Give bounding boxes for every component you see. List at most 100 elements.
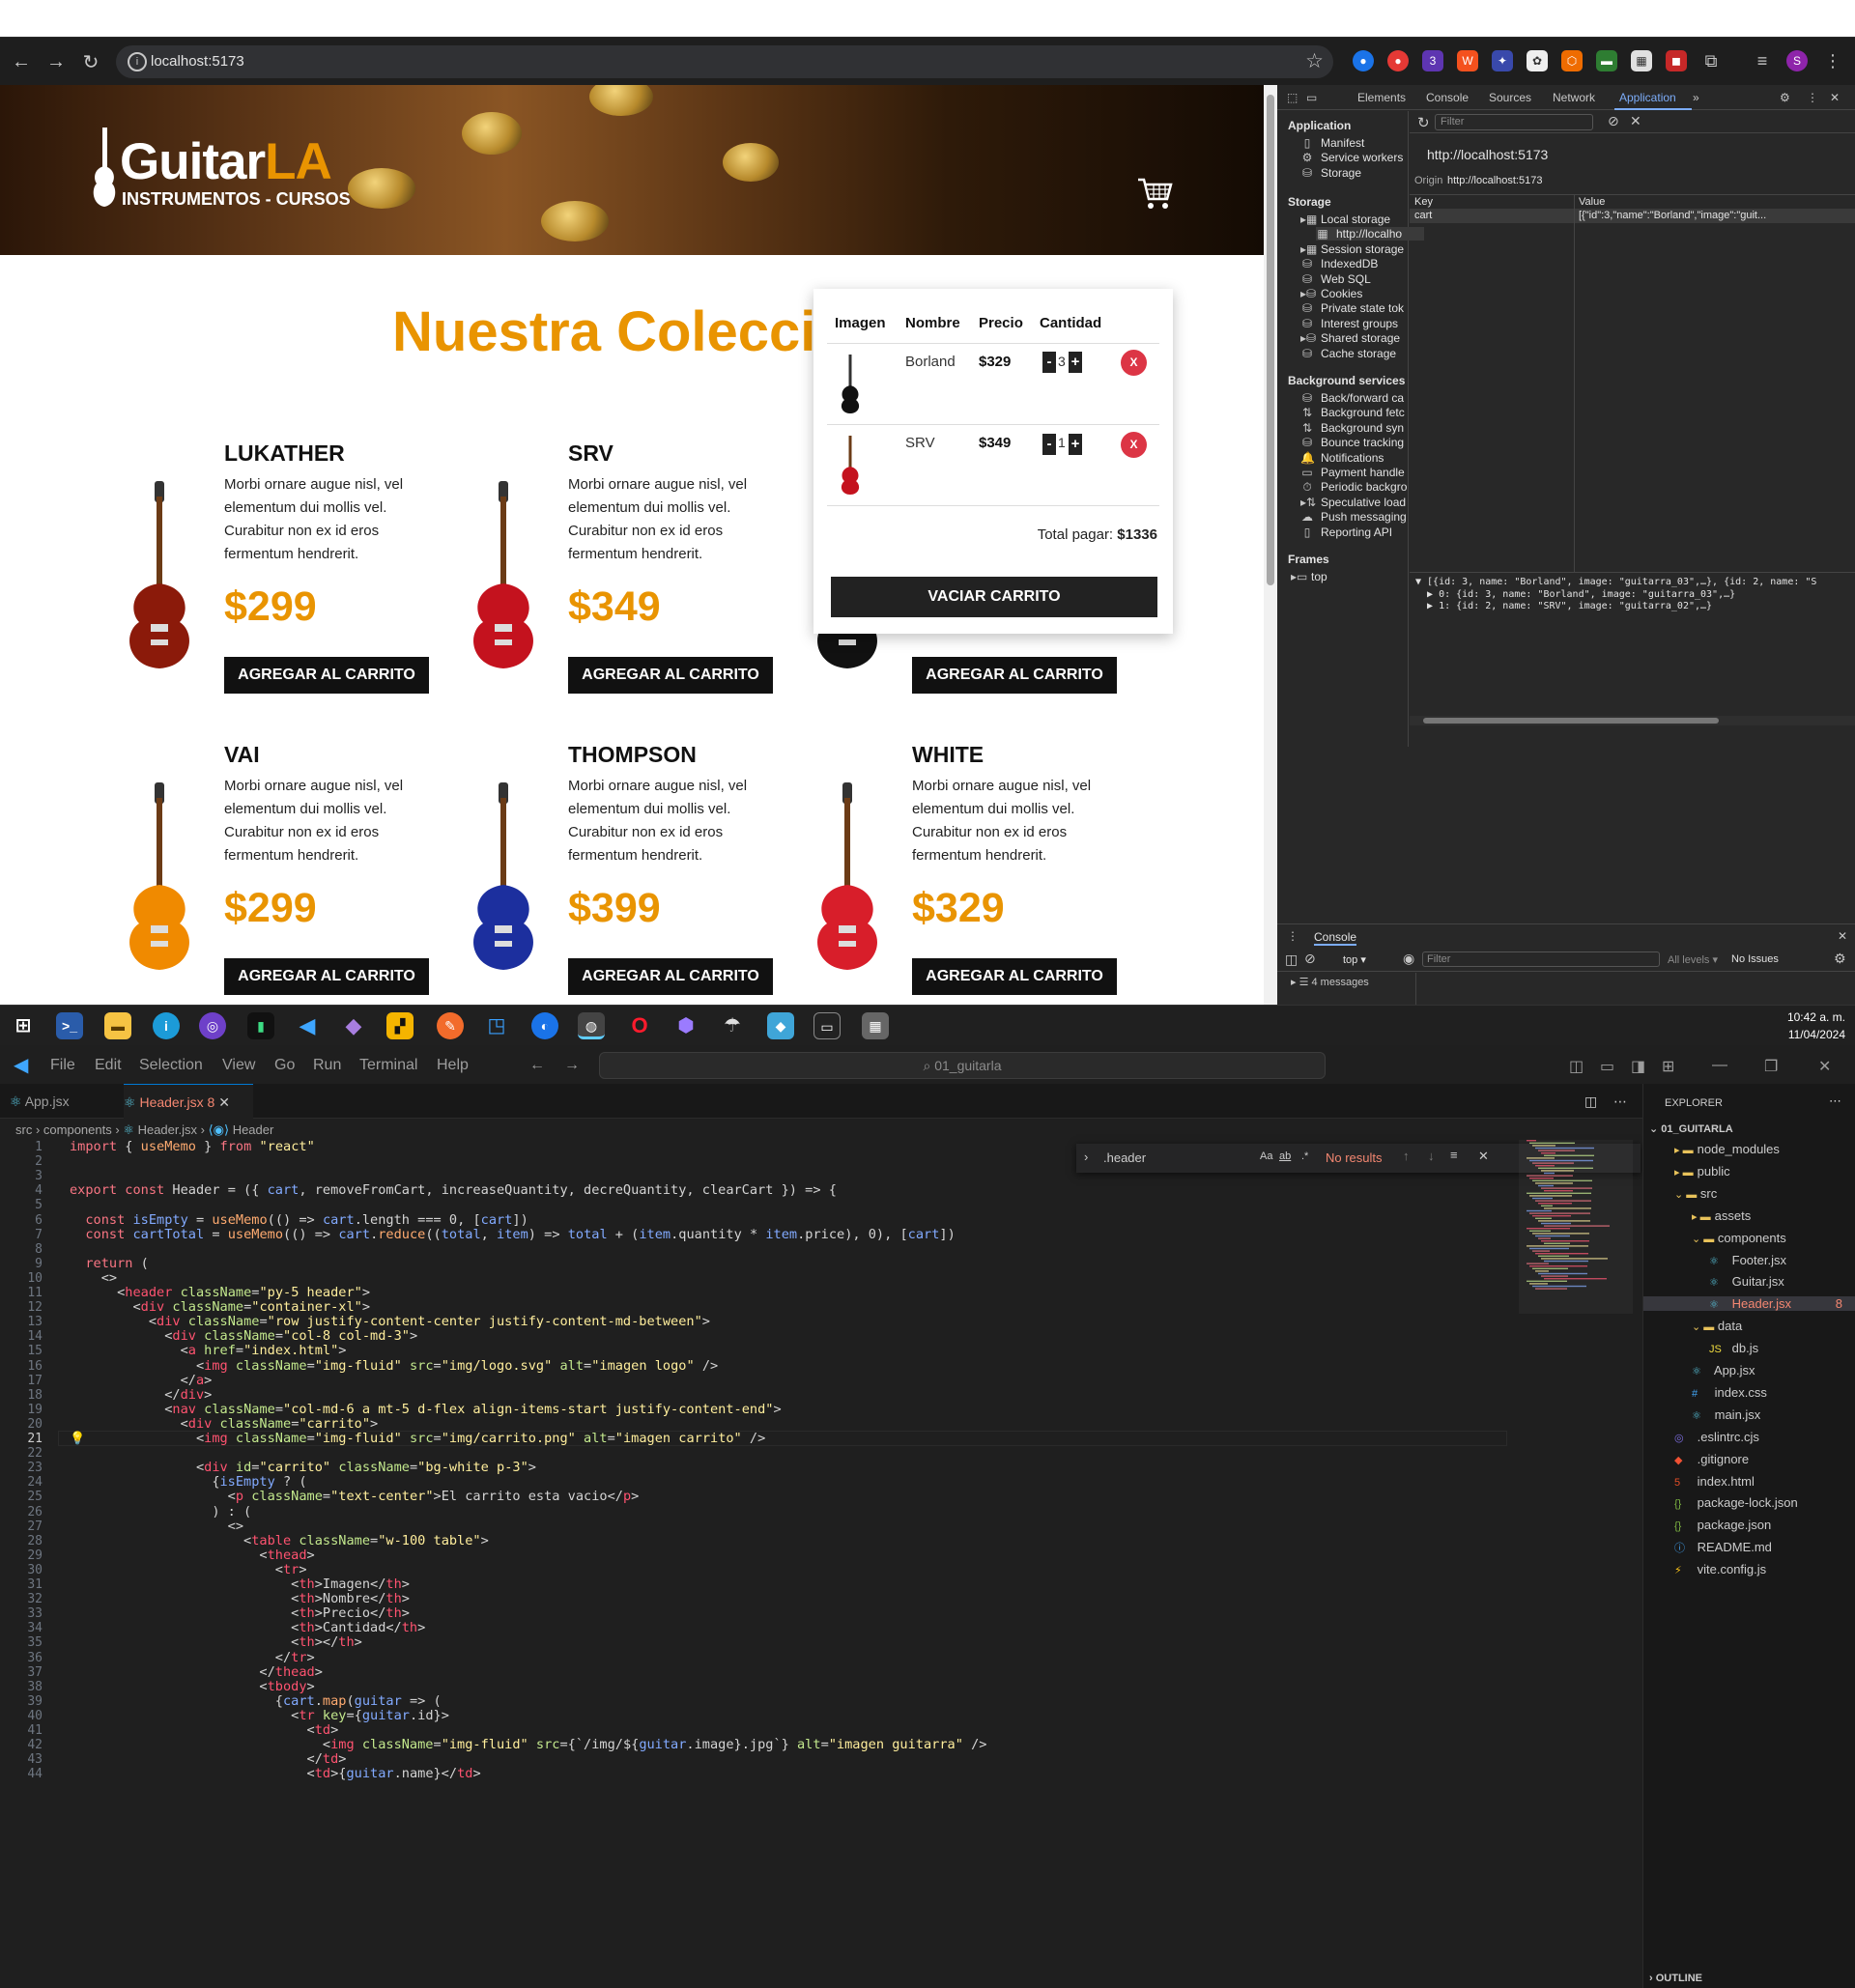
horizontal-scrollbar[interactable] xyxy=(1410,716,1855,725)
system-clock[interactable]: 10:42 a. m. 11/04/2024 xyxy=(1787,1008,1845,1043)
extension-icon[interactable]: ⬡ xyxy=(1561,50,1583,71)
minimap-viewport[interactable] xyxy=(1519,1140,1633,1314)
file-tree-item[interactable]: {} package.json xyxy=(1674,1518,1855,1532)
scrollbar-thumb[interactable] xyxy=(1267,95,1274,585)
visual-studio-icon[interactable]: ◆ xyxy=(340,1012,367,1039)
menu-terminal[interactable]: Terminal xyxy=(359,1057,417,1074)
inspect-icon[interactable]: ⬚ xyxy=(1287,91,1298,104)
regex-toggle[interactable]: .* xyxy=(1301,1150,1308,1162)
file-tree-item[interactable]: # index.css xyxy=(1692,1385,1855,1400)
close-icon[interactable]: ✕ xyxy=(1478,1149,1489,1164)
file-tree-item[interactable]: 5 index.html xyxy=(1674,1474,1855,1489)
messages-group[interactable]: ▸ ☰ 4 messages xyxy=(1291,976,1369,988)
toggle-sidebar-icon[interactable]: ◫ xyxy=(1569,1057,1584,1076)
increase-quantity-button[interactable]: + xyxy=(1069,434,1082,455)
close-tab-icon[interactable]: ✕ xyxy=(218,1094,230,1110)
issues-counter[interactable]: No Issues xyxy=(1731,953,1779,965)
extension-badge-icon[interactable]: 3 xyxy=(1422,50,1443,71)
window-close-icon[interactable]: ✕ xyxy=(1818,1057,1831,1076)
sidebar-item-storage-6[interactable]: ⛁ Private state tok xyxy=(1300,301,1409,315)
forward-icon[interactable]: → xyxy=(39,38,73,86)
code-line[interactable]: </div> xyxy=(70,1387,212,1403)
windows-start-icon[interactable]: ⊞ xyxy=(10,1012,37,1039)
split-editor-icon[interactable]: ◫ xyxy=(1584,1084,1597,1119)
code-line[interactable]: <th>Precio</th> xyxy=(70,1605,410,1621)
vscode-icon[interactable]: ◀ xyxy=(294,1012,321,1039)
sidebar-item-bg-3[interactable]: ⛁ Bounce tracking xyxy=(1300,436,1409,449)
sidebar-item-service-workers[interactable]: ⚙ Service workers xyxy=(1300,151,1409,164)
sidebar-item-storage-0[interactable]: ▸▦ Local storage xyxy=(1300,213,1409,226)
preview-line[interactable]: ▶ 1: {id: 2, name: "SRV", image: "guitar… xyxy=(1415,601,1712,611)
sidebar-item-storage-8[interactable]: ▸⛁ Shared storage xyxy=(1300,331,1409,345)
code-line[interactable]: <div className="container-xl"> xyxy=(70,1299,370,1315)
close-icon[interactable]: ✕ xyxy=(1830,91,1840,104)
browser-menu-icon[interactable]: ⋮ xyxy=(1822,50,1843,71)
app-icon[interactable]: ☂ xyxy=(719,1012,746,1039)
sidebar-item-bg-7[interactable]: ▸⇅ Speculative load xyxy=(1300,496,1409,509)
breadcrumb-item[interactable]: src xyxy=(15,1122,32,1137)
minimap[interactable] xyxy=(1519,1140,1633,1314)
match-case-toggle[interactable]: Aa xyxy=(1260,1150,1272,1162)
file-tree-item[interactable]: ◎ .eslintrc.cjs xyxy=(1674,1430,1855,1444)
bookmark-star-icon[interactable]: ☆ xyxy=(1305,49,1324,73)
breadcrumb-item[interactable]: components xyxy=(43,1122,112,1137)
app-icon[interactable]: ⬢ xyxy=(672,1012,699,1039)
file-tree-item[interactable]: ⚛ Footer.jsx xyxy=(1709,1253,1855,1267)
gear-icon[interactable]: ⚙ xyxy=(1834,951,1846,967)
sidebar-item-bg-4[interactable]: 🔔 Notifications xyxy=(1300,451,1409,465)
code-line[interactable]: <header className="py-5 header"> xyxy=(70,1285,370,1300)
code-line[interactable]: <th>Imagen</th> xyxy=(70,1576,410,1592)
code-line[interactable]: </thead> xyxy=(70,1664,323,1680)
chrome-icon[interactable]: ◍ xyxy=(578,1012,605,1039)
drawer-menu-icon[interactable]: ⋮ xyxy=(1287,929,1298,943)
code-line[interactable]: <div id="carrito" className="bg-white p-… xyxy=(70,1460,536,1475)
breadcrumb-item[interactable]: Header xyxy=(233,1122,274,1137)
code-line[interactable]: <a href="index.html"> xyxy=(70,1343,347,1358)
context-select[interactable]: top ▾ xyxy=(1343,953,1366,966)
file-tree-item[interactable]: ⚛ Guitar.jsx xyxy=(1709,1274,1855,1289)
code-line[interactable]: const cartTotal = useMemo(() => cart.red… xyxy=(70,1227,955,1242)
refresh-icon[interactable]: ↻ xyxy=(1417,114,1430,131)
menu-selection[interactable]: Selection xyxy=(139,1057,203,1074)
eye-icon[interactable]: ◉ xyxy=(1403,951,1414,967)
add-to-cart-button[interactable]: AGREGAR AL CARRITO xyxy=(912,657,1117,694)
postman-icon[interactable]: ✎ xyxy=(437,1012,464,1039)
find-in-selection-icon[interactable]: ≡ xyxy=(1450,1148,1458,1162)
app-icon[interactable]: ◳ xyxy=(483,1012,510,1039)
more-actions-icon[interactable]: ⋯ xyxy=(1829,1093,1841,1109)
code-line[interactable]: <th>Nombre</th> xyxy=(70,1591,410,1606)
sidebar-item-storage-7[interactable]: ⛁ Interest groups xyxy=(1300,317,1409,330)
sidebar-item-bg-1[interactable]: ⇅ Background fetc xyxy=(1300,406,1409,419)
clear-cart-button[interactable]: VACIAR CARRITO xyxy=(831,577,1157,617)
file-tree-item[interactable]: ⌄ ▬ src xyxy=(1674,1186,1855,1201)
reload-icon[interactable]: ↻ xyxy=(73,38,108,86)
profile-avatar[interactable]: S xyxy=(1786,50,1808,71)
gear-icon[interactable]: ⚙ xyxy=(1780,91,1790,104)
decrease-quantity-button[interactable]: - xyxy=(1042,352,1056,373)
col-value[interactable]: Value xyxy=(1579,196,1605,208)
sidebar-item-bg-5[interactable]: ▭ Payment handle xyxy=(1300,466,1409,479)
breadcrumb-item[interactable]: Header.jsx xyxy=(138,1122,197,1137)
sidebar-item-bg-2[interactable]: ⇅ Background syn xyxy=(1300,421,1409,435)
sidebar-item-manifest[interactable]: ▯ Manifest xyxy=(1300,136,1409,150)
code-line[interactable]: import { useMemo } from "react" xyxy=(70,1140,315,1154)
file-tree-item[interactable]: JS db.js xyxy=(1709,1341,1855,1355)
site-info-icon[interactable]: i xyxy=(128,52,147,71)
github-icon[interactable]: ◎ xyxy=(199,1012,226,1039)
app-icon[interactable]: ▞ xyxy=(386,1012,414,1039)
powershell-icon[interactable]: >_ xyxy=(56,1012,83,1039)
extension-icon[interactable]: ◼ xyxy=(1666,50,1687,71)
sidebar-toggle-icon[interactable]: ◫ xyxy=(1285,951,1298,968)
tab-application[interactable]: Application xyxy=(1619,91,1676,104)
file-tree-item[interactable]: {} package-lock.json xyxy=(1674,1495,1855,1510)
app-icon[interactable]: ◆ xyxy=(767,1012,794,1039)
menu-run[interactable]: Run xyxy=(313,1057,341,1074)
preview-line[interactable]: ▼ [{id: 3, name: "Borland", image: "guit… xyxy=(1415,577,1816,587)
log-levels-select[interactable]: All levels ▾ xyxy=(1668,953,1718,966)
file-tree-item[interactable]: ⚛ main.jsx xyxy=(1692,1407,1855,1422)
app-icon[interactable]: i xyxy=(153,1012,180,1039)
code-line[interactable]: <> xyxy=(70,1519,243,1534)
file-tree-item[interactable]: ▸ ▬ assets xyxy=(1692,1208,1855,1223)
more-actions-icon[interactable]: ⋯ xyxy=(1613,1084,1627,1119)
code-line[interactable]: <div className="row justify-content-cent… xyxy=(70,1314,710,1329)
